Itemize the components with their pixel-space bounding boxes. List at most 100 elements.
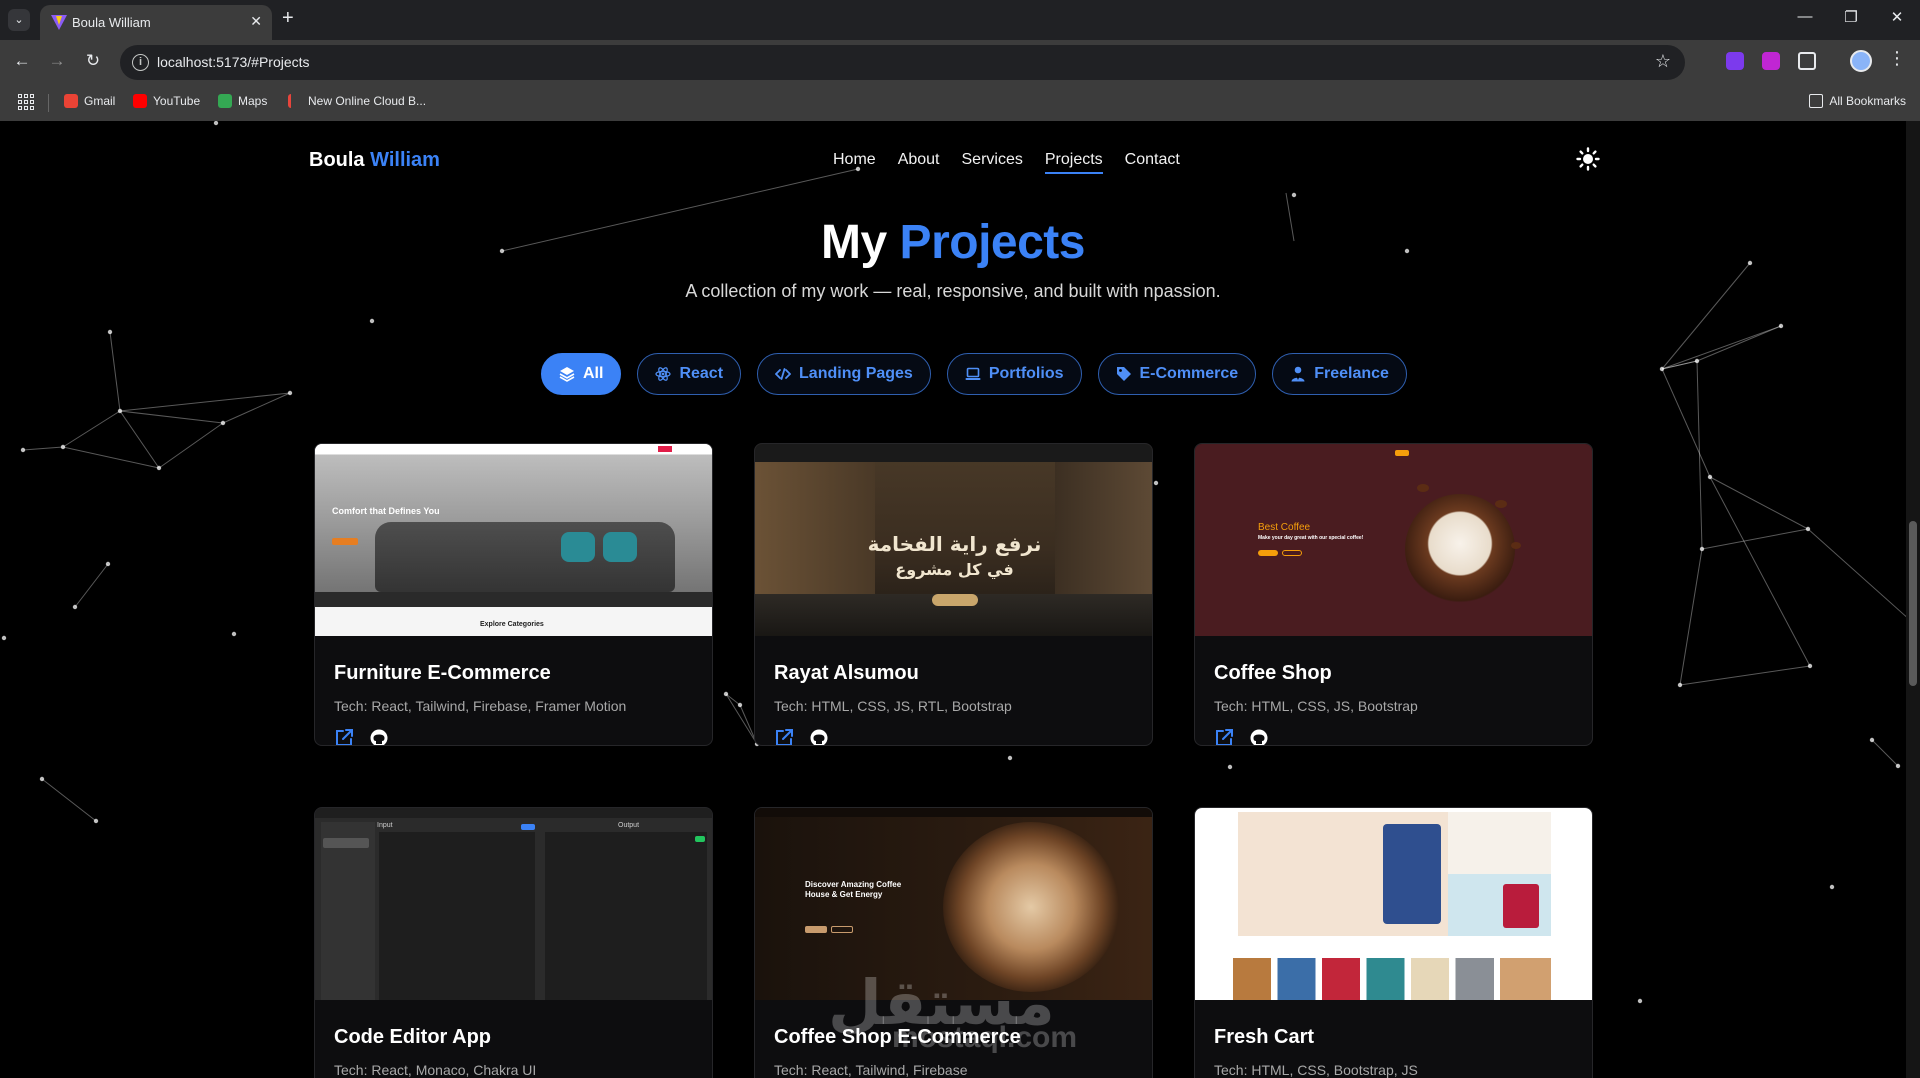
- maps-icon: [218, 94, 232, 108]
- bookmark-label: YouTube: [153, 94, 201, 108]
- restore-icon[interactable]: ❐: [1836, 8, 1866, 26]
- site-info-icon[interactable]: i: [132, 54, 149, 71]
- preview-footer-text: Explore Categories: [480, 621, 544, 628]
- project-card: Fresh Cart Tech: HTML, CSS, Bootstrap, J…: [1194, 807, 1593, 1078]
- browser-chrome: ⌄ Boula William ✕ + — ❐ ✕ ← → ↻ i localh…: [0, 0, 1920, 121]
- bookmark-gmail[interactable]: Gmail: [64, 94, 115, 108]
- filter-label: Landing Pages: [799, 365, 913, 382]
- preview-subheading: في كل مشروع: [895, 560, 1014, 579]
- bookmarks-bar: Gmail YouTube Maps New Online Cloud B...…: [0, 85, 1920, 121]
- project-tech: Tech: HTML, CSS, JS, RTL, Bootstrap: [774, 698, 1012, 714]
- minimize-icon[interactable]: —: [1790, 8, 1820, 25]
- atom-icon: [655, 367, 672, 381]
- laptop-icon: [965, 367, 981, 380]
- new-tab-icon[interactable]: +: [282, 7, 294, 30]
- filter-all[interactable]: All: [541, 353, 622, 395]
- tab-search-button[interactable]: ⌄: [8, 9, 30, 31]
- github-icon[interactable]: [809, 728, 829, 746]
- main-nav: Home About Services Projects Contact: [833, 151, 1180, 174]
- github-icon[interactable]: [369, 728, 389, 746]
- filter-label: E-Commerce: [1139, 365, 1239, 382]
- project-title: Fresh Cart: [1214, 1026, 1315, 1048]
- project-preview-image[interactable]: Input Output: [315, 808, 712, 1000]
- site-logo[interactable]: Boula William: [309, 149, 440, 172]
- nav-contact[interactable]: Contact: [1125, 151, 1180, 174]
- tab-title: Boula William: [72, 15, 151, 30]
- extensions-puzzle-icon[interactable]: [1798, 52, 1816, 70]
- filter-e-commerce[interactable]: E-Commerce: [1097, 353, 1257, 395]
- vite-favicon-icon: [51, 15, 67, 30]
- browser-menu-icon[interactable]: ⋮: [1888, 48, 1906, 69]
- cloud-bookmark-icon: [288, 94, 302, 108]
- external-link-icon[interactable]: [1214, 728, 1234, 746]
- project-card: Comfort that Defines You Explore Categor…: [314, 443, 713, 746]
- user-tie-icon: [1291, 366, 1305, 382]
- sun-icon[interactable]: [1576, 147, 1600, 171]
- preview-heading: Best Coffee: [1258, 522, 1311, 533]
- extension-icon[interactable]: [1726, 52, 1744, 70]
- project-card: Input Output Code Editor App Tech: React…: [314, 807, 713, 1078]
- project-tech: Tech: React, Tailwind, Firebase: [774, 1062, 968, 1078]
- project-preview-image[interactable]: Best Coffee Make your day great with our…: [1195, 444, 1592, 636]
- page-viewport: Boula William Home About Services Projec…: [0, 121, 1920, 1078]
- gmail-icon: [64, 94, 78, 108]
- bookmark-label: Gmail: [84, 94, 116, 108]
- layers-icon: [559, 367, 575, 382]
- project-preview-image[interactable]: نرفع راية الفخامة في كل مشروع: [755, 444, 1152, 636]
- bookmarks-divider: [48, 94, 49, 112]
- filter-portfolios[interactable]: Portfolios: [946, 353, 1082, 395]
- filter-react[interactable]: React: [637, 353, 742, 395]
- preview-output-label: Output: [618, 822, 640, 829]
- all-bookmarks[interactable]: All Bookmarks: [1809, 94, 1906, 108]
- project-title: Coffee Shop: [1214, 662, 1332, 684]
- project-tech: Tech: React, Tailwind, Firebase, Framer …: [334, 698, 627, 714]
- filter-label: Freelance: [1314, 365, 1389, 382]
- page-scrollbar[interactable]: [1906, 121, 1920, 1078]
- preview-subheading: Make your day great with our special cof…: [1258, 535, 1364, 541]
- preview-heading: Comfort that Defines You: [332, 506, 440, 516]
- project-filters: All React Landing Pages Portfolios E-Com…: [541, 353, 1407, 395]
- external-link-icon[interactable]: [774, 728, 794, 746]
- all-bookmarks-label: All Bookmarks: [1829, 94, 1906, 108]
- preview-heading: Discover Amazing Coffee House & Get Ener…: [805, 880, 902, 899]
- browser-tab[interactable]: Boula William ✕: [40, 5, 272, 40]
- preview-input-label: Input: [377, 822, 393, 829]
- project-title: Rayat Alsumou: [774, 662, 919, 684]
- bookmark-maps[interactable]: Maps: [218, 94, 267, 108]
- nav-about[interactable]: About: [898, 151, 940, 174]
- project-title: Furniture E-Commerce: [334, 662, 551, 684]
- window-close-icon[interactable]: ✕: [1882, 8, 1912, 26]
- back-icon[interactable]: ←: [10, 51, 34, 71]
- tab-strip: ⌄ Boula William ✕ + — ❐ ✕: [0, 0, 1920, 40]
- folder-icon: [1809, 94, 1824, 108]
- reload-icon[interactable]: ↻: [81, 51, 105, 71]
- github-icon[interactable]: [1249, 728, 1269, 746]
- title-accent-word: Projects: [899, 216, 1086, 269]
- address-url[interactable]: localhost:5173/#Projects: [157, 54, 310, 70]
- address-bar[interactable]: i localhost:5173/#Projects ☆: [120, 45, 1685, 80]
- bookmark-star-icon[interactable]: ☆: [1655, 51, 1671, 72]
- forward-icon[interactable]: →: [45, 51, 69, 71]
- nav-services[interactable]: Services: [962, 151, 1023, 174]
- project-preview-image[interactable]: Comfort that Defines You Explore Categor…: [315, 444, 712, 636]
- project-title: Code Editor App: [334, 1026, 492, 1048]
- filter-landing-pages[interactable]: Landing Pages: [757, 353, 931, 395]
- bookmark-label: New Online Cloud B...: [308, 94, 427, 108]
- project-preview-image[interactable]: [1195, 808, 1592, 1000]
- bookmark-youtube[interactable]: YouTube: [133, 94, 200, 108]
- apps-grid-icon[interactable]: [18, 94, 34, 110]
- filter-freelance[interactable]: Freelance: [1272, 353, 1407, 395]
- tag-icon: [1116, 367, 1131, 381]
- nav-home[interactable]: Home: [833, 151, 876, 174]
- tab-close-icon[interactable]: ✕: [250, 13, 262, 30]
- project-card: نرفع راية الفخامة في كل مشروع Rayat Alsu…: [754, 443, 1153, 746]
- nav-projects[interactable]: Projects: [1044, 151, 1103, 174]
- project-tech: Tech: HTML, CSS, Bootstrap, JS: [1214, 1062, 1418, 1078]
- scrollbar-thumb[interactable]: [1909, 521, 1917, 686]
- bookmark-cloud[interactable]: New Online Cloud B...: [288, 94, 426, 108]
- external-link-icon[interactable]: [334, 728, 354, 746]
- filter-label: All: [583, 365, 604, 382]
- profile-avatar[interactable]: [1850, 50, 1872, 72]
- download-extension-icon[interactable]: [1762, 52, 1780, 70]
- code-icon: [775, 368, 792, 380]
